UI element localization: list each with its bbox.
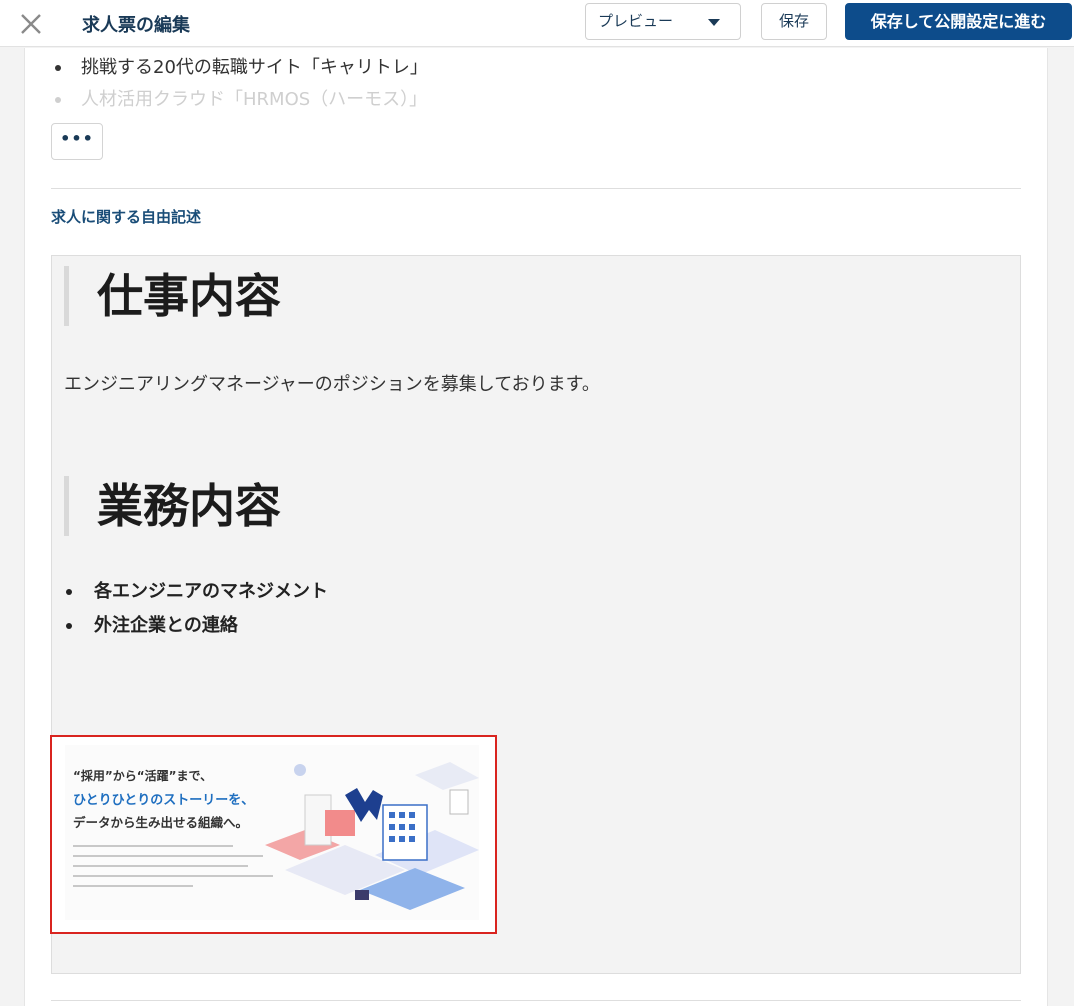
- more-options-button[interactable]: •••: [51, 123, 103, 160]
- editor-panel: 挑戦する20代の転職サイト「キャリトレ」 人材活用クラウド「HRMOS（ハーモス…: [24, 48, 1048, 1006]
- divider: [51, 188, 1021, 189]
- heading-duties: 業務内容: [64, 476, 281, 536]
- section-label: 求人に関する自由記述: [51, 208, 202, 226]
- isometric-illustration: [265, 762, 479, 910]
- bullet-icon: [55, 65, 61, 71]
- save-and-publish-button[interactable]: 保存して公開設定に進む: [845, 3, 1072, 40]
- list-item: 各エンジニアのマネジメント: [66, 577, 328, 603]
- bullet-icon: [66, 589, 72, 595]
- chevron-down-icon: [708, 19, 720, 26]
- banner-text: ひとりひとりのストーリーを、: [73, 793, 255, 808]
- save-button[interactable]: 保存: [761, 3, 827, 40]
- bullet-icon: [66, 623, 72, 629]
- rich-text-editor[interactable]: 仕事内容 エンジニアリングマネージャーのポジションを募集しております。 業務内容…: [50, 255, 1021, 974]
- heading-job-content: 仕事内容: [64, 266, 281, 326]
- list-item: 人材活用クラウド「HRMOS（ハーモス）」: [55, 85, 427, 111]
- selected-image[interactable]: “採用”から“活躍”まで、 ひとりひとりのストーリーを、 データから生み出せる組…: [50, 735, 497, 934]
- preview-dropdown-button[interactable]: プレビュー: [585, 3, 741, 40]
- job-description-paragraph: エンジニアリングマネージャーのポジションを募集しております。: [64, 374, 600, 395]
- app-header: 求人票の編集 プレビュー 保存 保存して公開設定に進む: [0, 0, 1074, 47]
- page-title: 求人票の編集: [82, 15, 190, 36]
- banner-text: データから生み出せる組織へ。: [73, 815, 249, 830]
- banner-fine-print: [73, 845, 273, 895]
- bullet-icon: [55, 97, 61, 103]
- divider: [51, 1000, 1021, 1001]
- list-item: 挑戦する20代の転職サイト「キャリトレ」: [55, 53, 428, 79]
- banner-text: “採用”から“活躍”まで、: [73, 769, 213, 783]
- list-item: 外注企業との連絡: [66, 611, 238, 637]
- hrmos-banner-image: “採用”から“活躍”まで、 ひとりひとりのストーリーを、 データから生み出せる組…: [65, 745, 479, 920]
- preview-button-label: プレビュー: [598, 12, 674, 30]
- close-icon[interactable]: [18, 11, 44, 37]
